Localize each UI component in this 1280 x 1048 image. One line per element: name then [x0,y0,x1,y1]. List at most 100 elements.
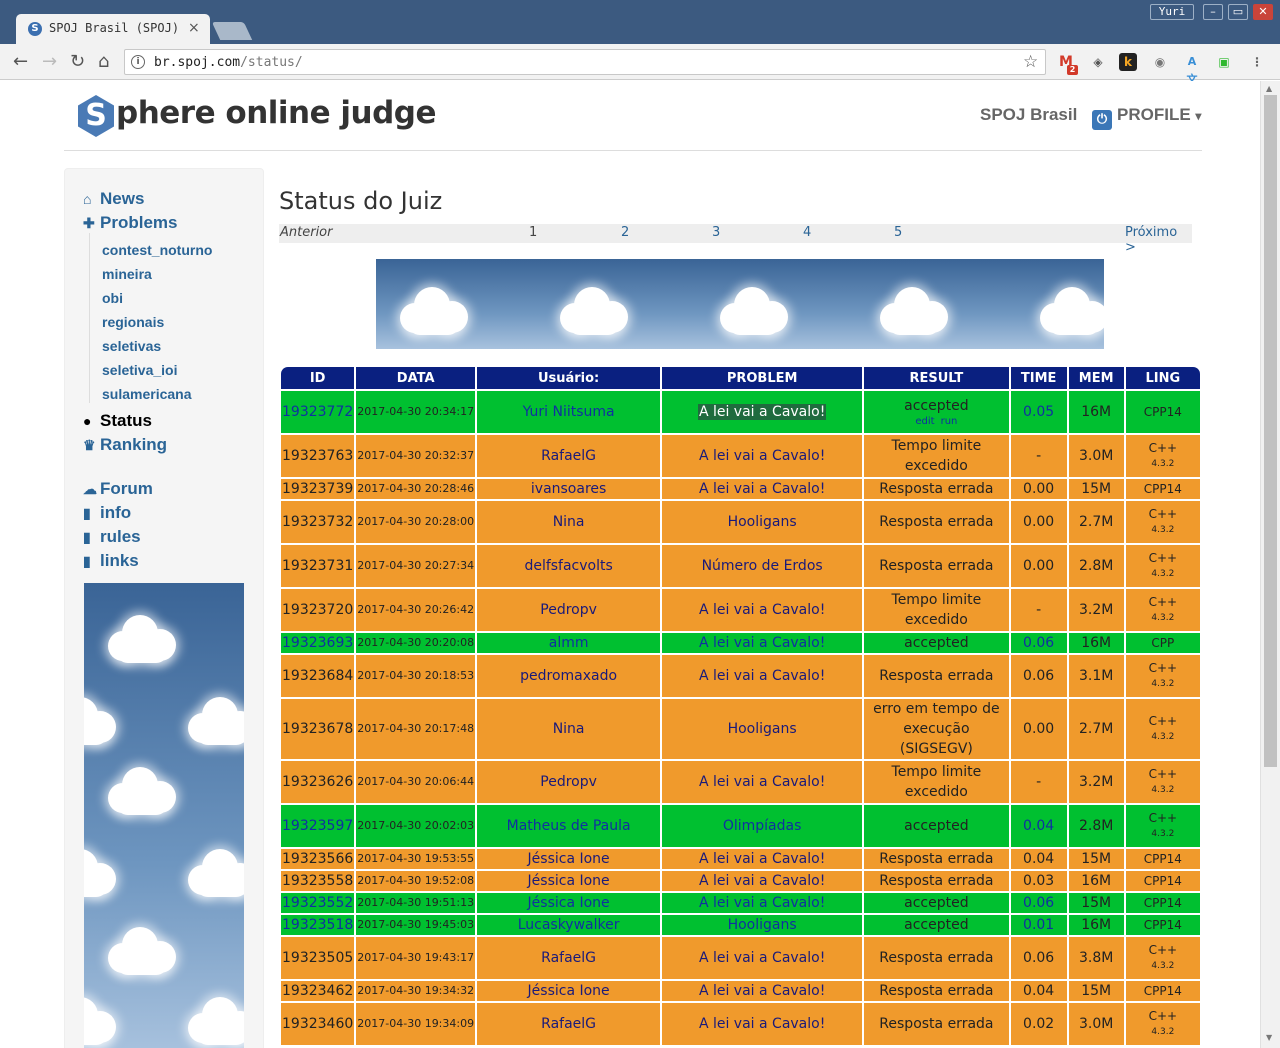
sidebar-subitem-sulamericana[interactable]: sulamericana [102,386,192,402]
browser-tab[interactable]: S SPOJ Brasil (SPOJ) × [16,14,210,44]
reload-icon[interactable]: ↻ [70,51,85,72]
pager-page-4[interactable]: 4 [803,225,811,240]
site-name-link[interactable]: SPOJ Brasil [980,105,1077,125]
problem-link-text[interactable]: A lei vai a Cavalo! [699,602,825,618]
submission-id-link[interactable]: 19323558 [281,871,355,891]
translate-icon[interactable]: A文 [1183,53,1201,86]
problem-link-text[interactable]: Hooligans [728,721,797,737]
submission-id-link[interactable]: 19323772 [281,391,355,433]
col-header-mem[interactable]: MEM [1068,367,1124,389]
profile-menu[interactable]: ⏻ PROFILE ▾ [1092,105,1201,130]
back-icon[interactable]: ← [13,51,28,72]
col-header-time[interactable]: TIME [1010,367,1067,389]
problem-link-text[interactable]: A lei vai a Cavalo! [699,983,825,999]
problem-link[interactable]: A lei vai a Cavalo! [662,655,863,697]
top-ad-banner[interactable] [376,259,1104,349]
new-tab-button[interactable] [211,22,253,40]
problem-link-text[interactable]: A lei vai a Cavalo! [699,668,825,684]
col-header-date[interactable]: DATA [356,367,476,389]
user-link[interactable]: Jéssica Ione [477,981,661,1001]
user-link[interactable]: Jéssica Ione [477,849,661,869]
sidebar-subitem-obi[interactable]: obi [102,290,123,306]
user-link[interactable]: RafaelG [477,435,661,477]
submission-id-link[interactable]: 19323597 [281,805,355,847]
submission-id-link[interactable]: 19323566 [281,849,355,869]
problem-link-text[interactable]: A lei vai a Cavalo! [699,635,825,651]
tv-icon[interactable]: ▣ [1215,53,1233,71]
minimize-icon[interactable]: – [1203,4,1223,20]
problem-link[interactable]: A lei vai a Cavalo! [662,937,863,979]
scroll-up-icon[interactable]: ▲ [1266,84,1272,93]
edit-link[interactable]: edit [915,416,934,427]
problem-link-text[interactable]: A lei vai a Cavalo! [699,895,825,911]
problem-link[interactable]: A lei vai a Cavalo! [662,761,863,803]
col-header-lang[interactable]: LING [1125,367,1200,389]
problem-link[interactable]: Hooligans [662,915,863,935]
submission-id-link[interactable]: 19323684 [281,655,355,697]
sidebar-item-ranking[interactable]: ♛ Ranking [83,435,167,455]
sidebar-item-rules[interactable]: ▮ rules [83,527,141,547]
user-link[interactable]: Jéssica Ione [477,893,661,913]
problem-link[interactable]: A lei vai a Cavalo! [662,871,863,891]
bookmark-star-icon[interactable]: ☆ [1023,52,1038,72]
problem-link[interactable]: A lei vai a Cavalo! [662,435,863,477]
user-link[interactable]: delfsfacvolts [477,545,661,587]
k-icon[interactable]: k [1119,53,1137,71]
problem-link[interactable]: A lei vai a Cavalo! [662,981,863,1001]
sidebar-subitem-regionais[interactable]: regionais [102,314,164,330]
user-link[interactable]: Jéssica Ione [477,871,661,891]
camera-icon[interactable]: ◉ [1151,53,1169,71]
pager-page-2[interactable]: 2 [621,225,629,240]
problem-link[interactable]: A lei vai a Cavalo! [662,391,863,433]
profile-badge[interactable]: Yuri [1150,4,1194,20]
submission-id-link[interactable]: 19323460 [281,1003,355,1045]
problem-link-text[interactable]: A lei vai a Cavalo! [699,1016,825,1032]
problem-link-text[interactable]: A lei vai a Cavalo! [699,481,825,497]
problem-link-text[interactable]: A lei vai a Cavalo! [697,404,827,420]
sidebar-subitem-contest-noturno[interactable]: contest_noturno [102,242,212,258]
submission-id-link[interactable]: 19323678 [281,699,355,759]
problem-link-text[interactable]: A lei vai a Cavalo! [699,774,825,790]
tab-close-icon[interactable]: × [188,20,200,36]
submission-id-link[interactable]: 19323763 [281,435,355,477]
col-header-result[interactable]: RESULT [864,367,1009,389]
col-header-id[interactable]: ID [281,367,355,389]
run-link[interactable]: run [941,416,958,427]
forward-icon[interactable]: → [42,51,57,72]
problem-link-text[interactable]: A lei vai a Cavalo! [699,851,825,867]
maximize-icon[interactable]: ▭ [1228,4,1248,20]
submission-id-link[interactable]: 19323739 [281,479,355,499]
pager-page-1[interactable]: 1 [529,225,537,240]
pager-next[interactable]: Próximo > [1125,225,1192,255]
pager-page-3[interactable]: 3 [712,225,720,240]
vertical-scrollbar[interactable]: ▲ ▼ [1260,81,1280,1048]
sidebar-ad-banner[interactable] [84,583,244,1048]
submission-id-link[interactable]: 19323552 [281,893,355,913]
problem-link-text[interactable]: Hooligans [728,514,797,530]
user-link[interactable]: RafaelG [477,937,661,979]
problem-link[interactable]: Hooligans [662,501,863,543]
user-link[interactable]: pedromaxado [477,655,661,697]
problem-link[interactable]: A lei vai a Cavalo! [662,633,863,653]
user-link[interactable]: Nina [477,501,661,543]
problem-link[interactable]: A lei vai a Cavalo! [662,1003,863,1045]
col-header-problem[interactable]: PROBLEM [662,367,863,389]
problem-link[interactable]: Número de Erdos [662,545,863,587]
problem-link[interactable]: A lei vai a Cavalo! [662,893,863,913]
problem-link-text[interactable]: A lei vai a Cavalo! [699,950,825,966]
submission-id-link[interactable]: 19323462 [281,981,355,1001]
close-window-icon[interactable]: ✕ [1253,4,1273,20]
pager-page-5[interactable]: 5 [894,225,902,240]
problem-link[interactable]: A lei vai a Cavalo! [662,589,863,631]
pager-prev[interactable]: Anterior [280,225,332,240]
address-bar[interactable]: i br.spoj.com/status/ ☆ [124,49,1046,75]
sidebar-subitem-mineira[interactable]: mineira [102,266,152,282]
submission-id-link[interactable]: 19323732 [281,501,355,543]
submission-id-link[interactable]: 19323518 [281,915,355,935]
shield-icon[interactable]: ◈ [1089,53,1107,71]
sidebar-item-status[interactable]: ● Status [83,411,152,431]
submission-id-link[interactable]: 19323626 [281,761,355,803]
problem-link-text[interactable]: A lei vai a Cavalo! [699,873,825,889]
problem-link[interactable]: A lei vai a Cavalo! [662,849,863,869]
problem-link[interactable]: Olimpíadas [662,805,863,847]
